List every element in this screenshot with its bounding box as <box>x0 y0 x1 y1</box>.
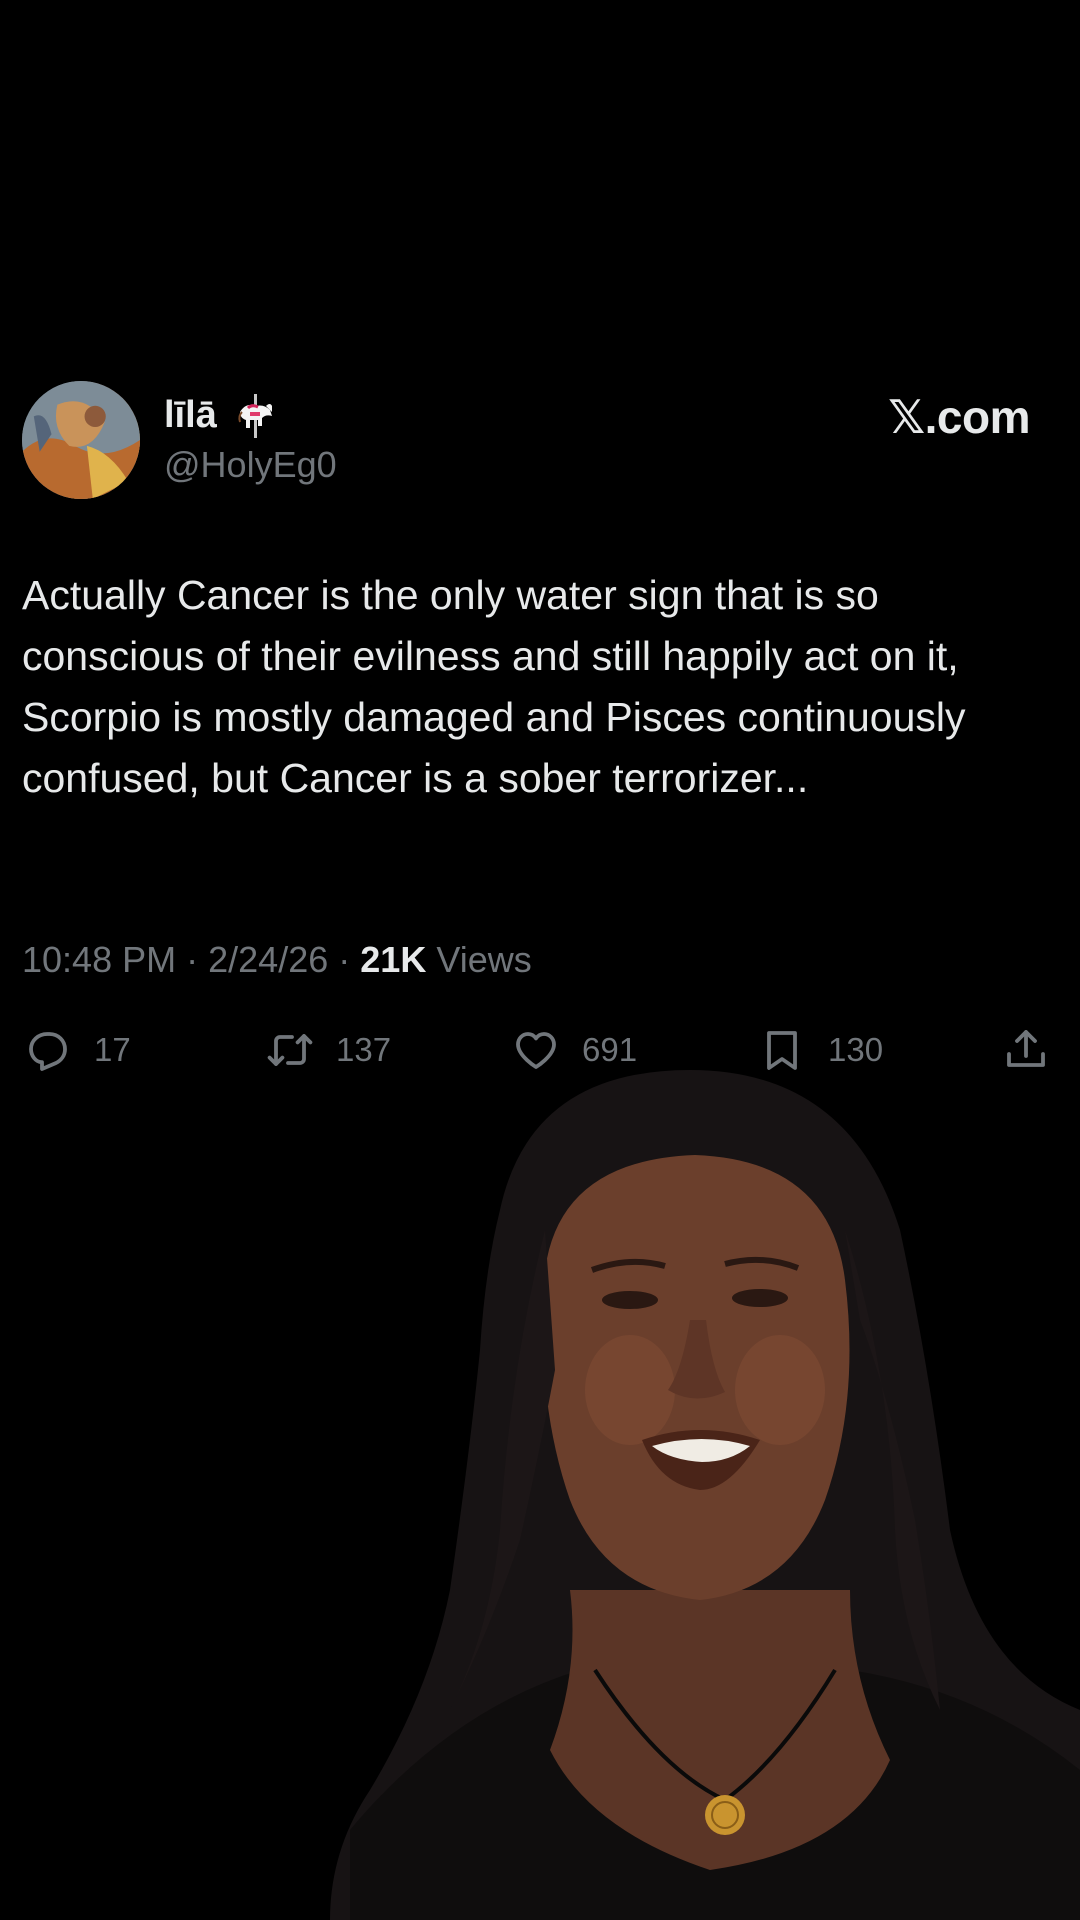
x-brand-logo: 𝕏.com <box>888 391 1030 443</box>
retweet-count: 137 <box>336 1031 392 1068</box>
carousel-horse-icon <box>232 392 280 440</box>
like-button[interactable]: 691 <box>512 1026 637 1074</box>
user-handle[interactable]: @HolyEg0 <box>164 443 337 487</box>
display-name[interactable]: līlā <box>164 392 217 438</box>
views-count: 21K <box>360 939 427 980</box>
like-count: 691 <box>582 1031 638 1068</box>
avatar[interactable] <box>22 381 140 499</box>
tweet-meta: 10:48 PM · 2/24/26 · 21K Views <box>22 938 532 982</box>
tweet-text: Actually Cancer is the only water sign t… <box>22 572 966 801</box>
meta-separator: · <box>186 939 199 980</box>
presenter-video <box>330 1070 1080 1920</box>
reply-count: 17 <box>94 1031 131 1068</box>
share-button[interactable] <box>1002 1026 1050 1074</box>
retweet-icon <box>266 1026 314 1074</box>
bookmark-button[interactable]: 130 <box>758 1026 883 1074</box>
views-label: Views <box>436 939 532 980</box>
reply-button[interactable]: 17 <box>24 1026 131 1074</box>
share-icon <box>1002 1026 1050 1074</box>
avatar-image <box>22 381 140 499</box>
reply-icon <box>24 1026 72 1074</box>
meta-separator: · <box>338 939 351 980</box>
bookmark-icon <box>758 1026 806 1074</box>
tweet-date[interactable]: 2/24/26 <box>208 939 328 980</box>
bookmark-count: 130 <box>828 1031 884 1068</box>
heart-icon <box>512 1026 560 1074</box>
retweet-button[interactable]: 137 <box>266 1026 391 1074</box>
tweet-time[interactable]: 10:48 PM <box>22 939 176 980</box>
